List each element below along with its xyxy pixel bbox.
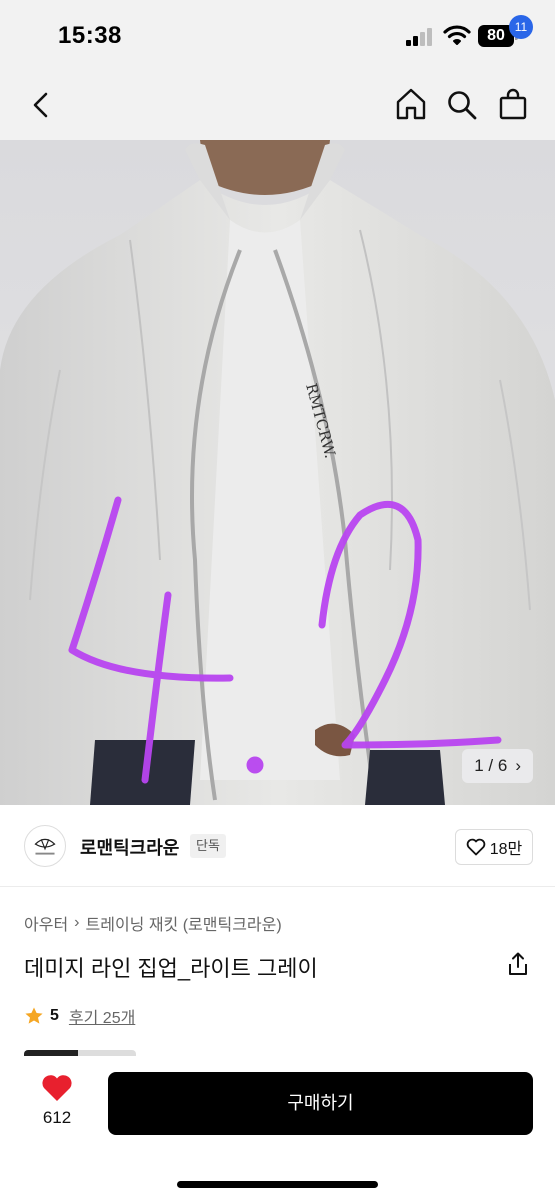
chevron-right-icon: › xyxy=(515,756,521,775)
shopping-bag-icon[interactable] xyxy=(497,87,531,121)
cart-count-badge: 11 xyxy=(509,15,533,39)
home-indicator xyxy=(177,1181,378,1188)
breadcrumb-separator: › xyxy=(74,914,80,931)
image-counter[interactable]: 1 / 6 › xyxy=(462,749,533,783)
star-icon xyxy=(25,1007,43,1024)
product-image-gallery[interactable]: RMTCRW. 1 / 6 › xyxy=(0,140,555,805)
back-arrow-icon[interactable] xyxy=(28,90,54,120)
wish-count: 612 xyxy=(42,1108,72,1127)
seller-name[interactable]: 로맨틱크라운 xyxy=(80,834,179,860)
exclusive-badge: 단독 xyxy=(190,834,226,858)
seller-like-button[interactable]: 18만 xyxy=(455,829,533,865)
wifi-icon xyxy=(443,25,471,45)
cellular-signal-icon xyxy=(406,28,436,46)
navigation-bar xyxy=(0,70,555,140)
buy-button[interactable]: 구매하기 xyxy=(108,1072,533,1135)
rating-score: 5 xyxy=(50,1007,59,1024)
heart-filled-icon[interactable] xyxy=(40,1073,74,1103)
product-photo: RMTCRW. xyxy=(0,140,555,805)
bottom-action-bar: 612 구매하기 xyxy=(0,1056,555,1200)
breadcrumb-item[interactable]: 아우터 xyxy=(24,911,68,935)
product-title: 데미지 라인 집업_라이트 그레이 xyxy=(24,956,318,981)
breadcrumb: 아우터 › 트레이닝 재킷 (로맨틱크라운) xyxy=(24,911,282,935)
seller-row: 로맨틱크라운 단독 18만 xyxy=(0,805,555,887)
search-icon[interactable] xyxy=(446,89,478,121)
review-count-link[interactable]: 후기 25개 xyxy=(69,1004,135,1028)
rating-row: 5 후기 25개 xyxy=(24,1004,135,1028)
seller-like-count: 18만 xyxy=(489,841,523,858)
seller-logo[interactable] xyxy=(24,825,66,867)
heart-outline-icon xyxy=(466,838,486,856)
home-icon[interactable] xyxy=(394,87,428,121)
status-time: 15:38 xyxy=(58,22,122,49)
share-icon[interactable] xyxy=(506,951,530,977)
status-bar: 15:38 80 xyxy=(0,0,555,70)
breadcrumb-item[interactable]: 트레이닝 재킷 (로맨틱크라운) xyxy=(86,911,282,935)
